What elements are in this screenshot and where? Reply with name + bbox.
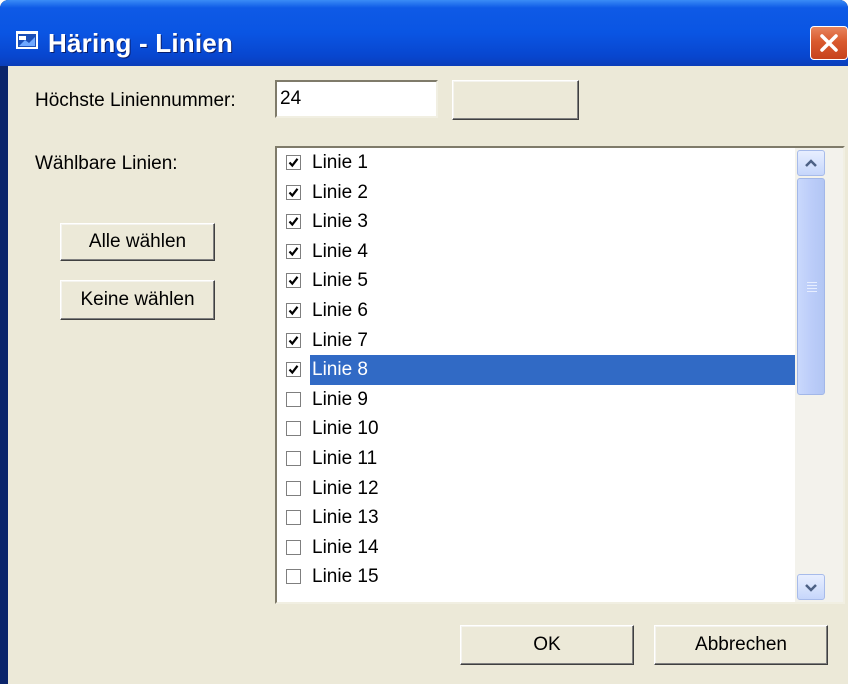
checkmark-icon (288, 158, 299, 168)
list-item-label: Linie 4 (312, 240, 368, 262)
line-checkbox[interactable] (286, 391, 301, 407)
line-checkbox[interactable] (286, 155, 301, 170)
thumb-grip-line (807, 290, 817, 292)
cancel-button[interactable]: Abbrechen (654, 625, 828, 665)
list-item-label: Linie 12 (312, 477, 379, 499)
list-item[interactable]: Linie 6 (277, 296, 797, 326)
close-icon (820, 34, 838, 52)
list-item[interactable]: Linie 13 (277, 503, 797, 533)
line-checkbox[interactable] (286, 332, 301, 348)
thumb-grip-line (807, 284, 817, 286)
list-item[interactable]: Linie 11 (277, 444, 797, 474)
close-button[interactable] (810, 26, 848, 60)
thumb-grip-line (807, 287, 817, 289)
checkmark-icon (288, 335, 299, 345)
ok-button-label: OK (533, 634, 561, 655)
window-app-icon (16, 31, 38, 49)
list-item-label: Linie 1 (312, 152, 368, 173)
thumb-grip-line (807, 281, 817, 283)
line-checkbox[interactable] (286, 302, 301, 318)
list-item-label: Linie 11 (312, 447, 378, 469)
line-checkbox[interactable] (286, 273, 301, 289)
list-item[interactable]: Linie 15 (277, 562, 797, 592)
line-checkbox[interactable] (286, 184, 301, 200)
list-item-label: Linie 15 (312, 566, 379, 588)
dialog-client-area: Höchste Liniennummer: 24 /* placeholder … (8, 66, 848, 684)
max-line-label: Höchste Liniennummer: (35, 90, 236, 111)
line-checkbox[interactable] (286, 539, 301, 555)
select-none-label: Keine wählen (80, 289, 195, 310)
line-checkbox[interactable] (286, 480, 301, 496)
checkmark-icon (288, 246, 299, 256)
list-item-label: Linie 5 (312, 270, 368, 292)
checklist-rows: Linie 1 Linie 2 Linie 3 Linie 4 Linie 5 Linie… (277, 148, 797, 592)
chevron-up-icon (805, 159, 817, 167)
list-item[interactable]: Linie 8 (277, 355, 797, 385)
selection-highlight (310, 355, 795, 385)
list-item-label: Linie 3 (312, 211, 368, 233)
list-item[interactable]: Linie 9 (277, 385, 797, 415)
scroll-down-button[interactable] (797, 574, 825, 600)
window-title: Häring - Linien (48, 28, 233, 58)
max-line-value: 24 (280, 88, 302, 109)
list-item[interactable]: Linie 5 (277, 266, 797, 296)
checkmark-icon (288, 306, 299, 316)
checkmark-icon (288, 187, 299, 197)
list-item-label: Linie 9 (312, 388, 368, 410)
line-checkbox[interactable] (286, 421, 301, 437)
checkmark-icon (288, 365, 299, 375)
list-item-label: Linie 2 (312, 181, 368, 203)
line-checkbox[interactable] (286, 243, 301, 259)
list-item[interactable]: Linie 4 (277, 237, 797, 267)
line-checkbox[interactable] (286, 510, 301, 526)
line-checkbox[interactable] (286, 569, 301, 585)
list-item[interactable]: Linie 10 (277, 414, 797, 444)
dialog-window: Häring - Linien Höchste Liniennummer: 24… (0, 0, 848, 684)
select-all-label: Alle wählen (88, 231, 187, 252)
max-line-input[interactable]: 24 (275, 80, 438, 118)
title-bar[interactable]: Häring - Linien (0, 0, 848, 66)
list-item-label: Linie 7 (312, 329, 368, 351)
select-all-button[interactable]: Alle wählen (60, 223, 215, 261)
list-item[interactable]: Linie 7 (277, 326, 797, 356)
apply-button[interactable] (452, 80, 579, 120)
list-item-label: Linie 14 (312, 536, 379, 558)
line-checkbox[interactable] (286, 450, 301, 466)
select-none-button[interactable]: Keine wählen (60, 280, 215, 320)
list-item[interactable]: Linie 2 (277, 178, 797, 208)
scroll-thumb[interactable] (797, 178, 825, 395)
ok-button[interactable]: OK (460, 625, 634, 665)
chevron-down-icon (805, 584, 817, 592)
vertical-scrollbar[interactable] (795, 148, 843, 602)
list-item-label: Linie 6 (312, 299, 368, 321)
scroll-up-button[interactable] (797, 150, 825, 176)
list-item-label: Linie 8 (312, 359, 368, 381)
selectable-lines-label: Wählbare Linien: (35, 153, 178, 174)
cancel-button-label: Abbrechen (695, 634, 787, 655)
list-item[interactable]: Linie 1 (277, 148, 797, 178)
line-checkbox[interactable] (286, 214, 301, 230)
checkmark-icon (288, 276, 299, 286)
list-item[interactable]: Linie 3 (277, 207, 797, 237)
list-item-label: Linie 13 (312, 507, 379, 529)
list-item-label: Linie 10 (312, 418, 379, 440)
list-item[interactable]: Linie 14 (277, 533, 797, 563)
line-checkbox[interactable] (286, 362, 301, 378)
list-item[interactable]: Linie 12 (277, 474, 797, 504)
checkmark-icon (288, 217, 299, 227)
lines-checklist[interactable]: Linie 1 Linie 2 Linie 3 Linie 4 Linie 5 Linie… (275, 146, 845, 604)
